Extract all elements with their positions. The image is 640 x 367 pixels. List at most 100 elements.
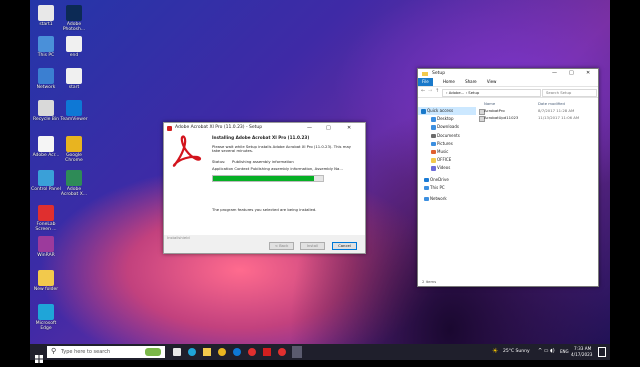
desktop-icon-image xyxy=(66,100,82,116)
ribbon: File Home Share View xyxy=(418,78,598,87)
nav-label: Documents xyxy=(437,132,460,138)
language-indicator[interactable]: ENG xyxy=(560,349,569,354)
clock-time[interactable]: 7:33 AM xyxy=(574,346,591,351)
desktop-icon[interactable]: FoneLab Screen ... xyxy=(30,205,62,232)
nav-item[interactable]: Network xyxy=(418,195,476,203)
star-icon xyxy=(421,109,426,114)
nav-item[interactable]: OFFICE xyxy=(418,156,476,164)
nav-label: Downloads xyxy=(437,124,459,130)
minimize-button[interactable]: — xyxy=(307,123,312,133)
nav-label: This PC xyxy=(430,184,445,190)
file-row[interactable]: AcrobatPro 8/7/2017 11:28 AM xyxy=(478,107,596,115)
nav-item[interactable]: This PC xyxy=(418,184,476,192)
desktop-icon-label: WinRAR xyxy=(37,253,55,258)
desktop-icon[interactable]: end xyxy=(58,36,90,58)
desktop-icon[interactable]: start xyxy=(58,68,90,90)
file-name: AcrobatPro xyxy=(484,108,505,113)
nav-item[interactable]: Music xyxy=(418,148,476,156)
close-button[interactable]: ✕ xyxy=(347,123,351,133)
nav-label: Pictures xyxy=(437,140,453,146)
explorer-status: 2 items xyxy=(422,279,437,284)
acrobat-taskbar-icon[interactable] xyxy=(263,348,271,356)
file-list: Name Date modified AcrobatPro 8/7/2017 11… xyxy=(478,99,596,269)
address-row: ← → ↑ › Adobe... › Setup Search Setup xyxy=(418,87,598,98)
back-arrow-icon[interactable]: ← xyxy=(421,88,425,94)
acrobat-logo-panel xyxy=(164,133,208,235)
cancel-button[interactable]: Cancel xyxy=(332,242,357,250)
desktop-icon-label: Microsoft Edge xyxy=(35,321,57,331)
up-arrow-icon[interactable]: ↑ xyxy=(435,88,439,94)
forward-arrow-icon[interactable]: → xyxy=(428,88,432,94)
desktop-icon-image xyxy=(66,136,82,152)
search-placeholder: Type here to search xyxy=(61,349,111,355)
maximize-button[interactable]: □ xyxy=(326,123,331,133)
desktop-icon-image xyxy=(38,100,54,116)
explorer-close-button[interactable]: ✕ xyxy=(586,69,590,78)
start-windows-icon[interactable] xyxy=(35,348,43,363)
install-button[interactable]: Install xyxy=(300,242,325,250)
back-button[interactable]: < Back xyxy=(269,242,294,250)
nav-quick-access[interactable]: Quick access xyxy=(418,107,476,116)
nav-item-icon xyxy=(431,133,436,139)
notification-icon[interactable] xyxy=(598,347,606,357)
teamviewer-icon[interactable] xyxy=(233,348,241,356)
desktop-icon[interactable]: Adobe Acrobat X... xyxy=(58,170,90,197)
column-date-header[interactable]: Date modified xyxy=(538,101,565,106)
desktop-icon[interactable]: Microsoft Edge xyxy=(30,304,62,331)
installer-app-icon xyxy=(167,125,172,131)
nav-item[interactable]: OneDrive xyxy=(418,176,476,184)
chrome-icon[interactable] xyxy=(218,348,226,356)
tray-icons[interactable]: ^ ▭ ◖) xyxy=(538,348,555,354)
nav-item-icon xyxy=(431,149,436,155)
desktop-icon-label: TeamViewer xyxy=(60,117,88,122)
column-name-header[interactable]: Name xyxy=(484,101,495,106)
nav-label: Music xyxy=(437,148,449,154)
task-view-icon[interactable] xyxy=(173,348,181,356)
file-explorer-icon[interactable] xyxy=(203,348,211,356)
nav-label: OneDrive xyxy=(430,176,449,182)
nav-item-icon xyxy=(431,166,436,171)
desktop-icon-label: FoneLab Screen ... xyxy=(35,222,57,232)
nav-item[interactable]: Desktop xyxy=(418,115,476,123)
nav-label: Network xyxy=(430,195,447,201)
nav-item[interactable]: Downloads xyxy=(418,123,476,131)
installer-taskbar-icon[interactable] xyxy=(292,346,302,358)
nav-item[interactable]: Videos xyxy=(418,164,476,172)
clock-date[interactable]: 4/17/2023 xyxy=(571,352,592,357)
desktop-icon[interactable]: Adobe Photosh... xyxy=(58,5,90,32)
desktop-icon-label: start xyxy=(68,85,80,90)
ribbon-tab-view[interactable]: View xyxy=(487,78,497,86)
desktop-icon-label: Adobe Acrobat X... xyxy=(60,187,88,197)
desktop-icon-label: Google Chrome xyxy=(65,153,83,163)
nav-item-icon xyxy=(431,158,436,163)
search-box[interactable]: Search Setup xyxy=(542,88,597,97)
explorer-minimize-button[interactable]: — xyxy=(552,69,557,78)
search-icon: ⚲ xyxy=(51,347,57,355)
ribbon-tab-home[interactable]: Home xyxy=(443,78,455,86)
installer-footer: Installshield < Back Install Cancel xyxy=(164,235,365,253)
edge-icon[interactable] xyxy=(188,348,196,356)
nav-item[interactable]: Documents xyxy=(418,132,476,140)
desktop-icon[interactable]: Google Chrome xyxy=(58,136,90,163)
recorder-icon[interactable] xyxy=(248,348,256,356)
fonelab-icon[interactable] xyxy=(278,348,286,356)
explorer-title: Setup xyxy=(432,71,446,76)
nav-item-icon xyxy=(431,125,436,130)
desktop-icon[interactable]: New folder xyxy=(30,270,62,292)
installer-titlebar[interactable]: Adobe Acrobat XI Pro (11.0.23) - Setup —… xyxy=(164,123,365,133)
taskbar-search[interactable]: ⚲ Type here to search xyxy=(47,346,165,358)
nav-item[interactable]: Pictures xyxy=(418,140,476,148)
weather-text[interactable]: 25°C Sunny xyxy=(503,349,530,354)
install-intro: Please wait while Setup installs Adobe A… xyxy=(212,143,352,154)
folder-icon xyxy=(422,71,428,76)
address-bar[interactable]: › Adobe... › Setup xyxy=(442,88,541,97)
file-row[interactable]: AcrobatUpd11023 11/13/2017 11:06 AM xyxy=(478,114,596,122)
desktop-icon[interactable]: WinRAR xyxy=(30,236,62,258)
desktop-icon-image xyxy=(66,68,82,84)
desktop-icon-image xyxy=(66,170,82,186)
desktop-icon[interactable]: TeamViewer xyxy=(58,100,90,122)
explorer-titlebar[interactable]: Setup — □ ✕ xyxy=(418,69,598,78)
explorer-maximize-button[interactable]: □ xyxy=(569,69,574,78)
ribbon-tab-share[interactable]: Share xyxy=(465,78,477,86)
ribbon-tab-file[interactable]: File xyxy=(418,78,433,86)
